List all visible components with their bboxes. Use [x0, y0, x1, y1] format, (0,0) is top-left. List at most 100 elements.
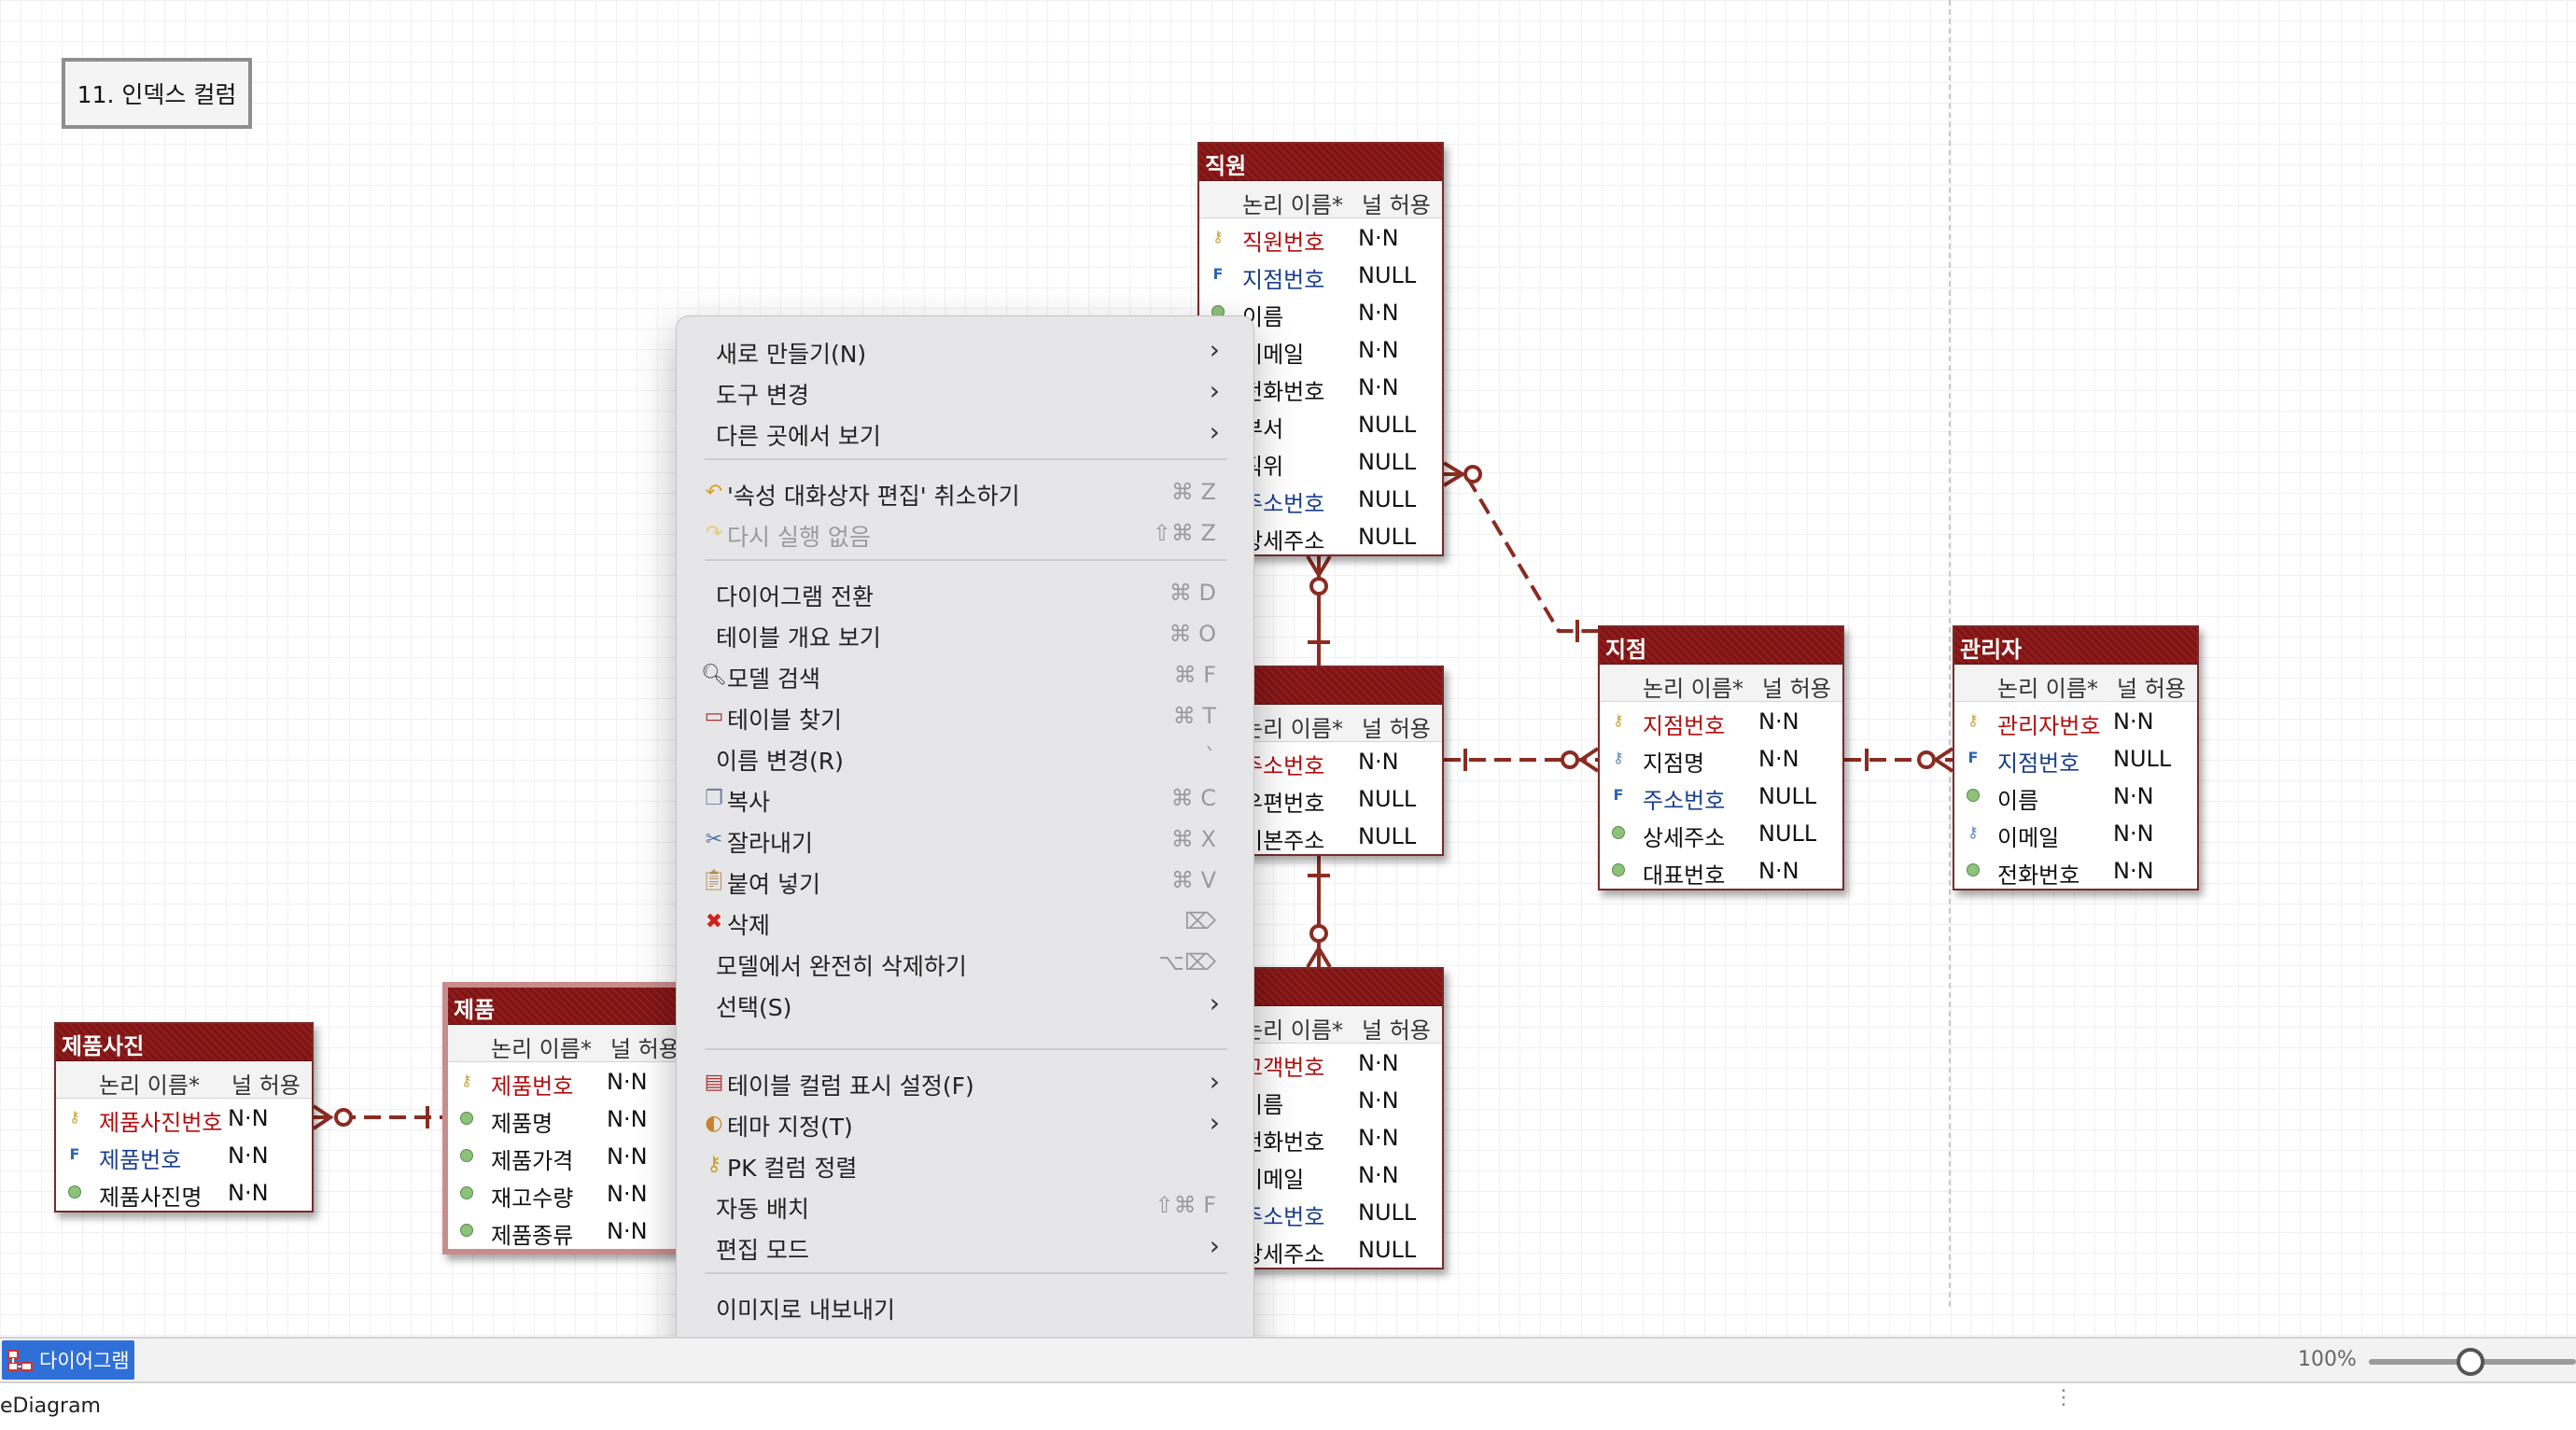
menu-item-label: 테이블 컬럼 표시 설정(F)	[727, 1072, 974, 1100]
entity-column-row[interactable]: 제품가격 N·N	[448, 1137, 683, 1174]
menu-item-0[interactable]: 새로 만들기(N) ›	[688, 329, 1244, 371]
attribute-dot-icon	[455, 1182, 478, 1204]
menu-item-13[interactable]: ✖ 삭제 ⌦	[688, 901, 1244, 942]
column-nullable: N·N	[1358, 337, 1399, 363]
entity-column-row[interactable]: ⚷ 관리자번호 N·N	[1954, 702, 2197, 739]
zoom-level-label: 100%	[2298, 1348, 2357, 1371]
menu-item-5[interactable]: 다이어그램 전환 ⌘ D	[688, 572, 1244, 613]
tab-diagram[interactable]: 다이어그램	[2, 1340, 134, 1380]
column-name: 고객번호	[1242, 1055, 1325, 1081]
column-name: 우편번호	[1242, 791, 1325, 817]
column-nullable: NULL	[1358, 449, 1417, 475]
menu-item-label: 이미지로 내보내기	[716, 1297, 895, 1324]
menu-item-3[interactable]: ↶ '속성 대화상자 편집' 취소하기 ⌘ Z	[688, 471, 1244, 512]
optional-circle-marker	[1309, 577, 1328, 596]
menu-item-label: 테이블 개요 보기	[716, 624, 881, 652]
redo-icon: ↷	[705, 522, 723, 545]
menu-separator	[705, 458, 1227, 460]
column-nullable: N·N	[228, 1143, 269, 1169]
resize-grip-icon[interactable]: ⋮	[2053, 1388, 2074, 1409]
entity-column-row[interactable]: 제품종류 N·N	[448, 1212, 683, 1249]
entity-column-row[interactable]: 제품명 N·N	[448, 1100, 683, 1137]
header-logical-name: 논리 이름*	[1242, 1017, 1343, 1044]
entity-column-row[interactable]: 상세주소 NULL	[1600, 814, 1842, 851]
diagram-note[interactable]: 11. 인덱스 컬럼	[62, 58, 252, 129]
menu-item-11[interactable]: ✂ 잘라내기 ⌘ X	[688, 819, 1244, 860]
menu-item-7[interactable]: 🔍︎ 모델 검색 ⌘ F	[688, 654, 1244, 695]
entity-column-header: 논리 이름* 널 허용	[1199, 181, 1442, 218]
menu-item-21[interactable]: 이미지로 내보내기	[688, 1285, 1244, 1326]
entity-column-row[interactable]: 대표번호 N·N	[1600, 851, 1842, 889]
entity-product[interactable]: 제품 논리 이름* 널 허용 ⚷ 제품번호 N·N 제품명 N·N 제품가격 N·N 재고수량 N·N…	[442, 982, 689, 1255]
entity-branch[interactable]: 지점 논리 이름* 널 허용 ⚷ 지점번호 N·N ⚷ 지점명 N·N F 주소번호 NULL 상세주소…	[1598, 625, 1844, 890]
menu-item-14[interactable]: 모델에서 완전히 삭제하기 ⌥⌦	[688, 942, 1244, 983]
entity-column-row[interactable]: ⚷ 지점명 N·N	[1600, 739, 1842, 777]
entity-column-row[interactable]: ⚷ 이메일 N·N	[1954, 814, 2197, 851]
entity-column-row[interactable]: F 지점번호 NULL	[1199, 256, 1442, 293]
entity-title[interactable]: 지점	[1600, 627, 1842, 665]
chevron-right-icon: ›	[1209, 1230, 1220, 1261]
diagram-canvas[interactable]: 11. 인덱스 컬럼 직원 논리 이름* 널 허용 ⚷ 직원번호 N·N F 지점번호 NULL…	[0, 0, 2576, 1337]
menu-item-12[interactable]: 📋︎ 붙여 넣기 ⌘ V	[688, 860, 1244, 901]
column-name: 상세주소	[1643, 825, 1726, 851]
menu-item-label: 다른 곳에서 보기	[716, 423, 881, 450]
entity-title[interactable]: 관리자	[1954, 627, 2197, 665]
column-nullable: N·N	[1358, 374, 1399, 400]
attribute-dot-icon	[63, 1181, 86, 1203]
entity-column-row[interactable]: ⚷ 제품번호 N·N	[448, 1062, 683, 1100]
column-name: 제품번호	[99, 1147, 182, 1173]
menu-item-6[interactable]: 테이블 개요 보기 ⌘ O	[688, 613, 1244, 654]
entity-title[interactable]: 제품사진	[56, 1024, 312, 1061]
entity-column-row[interactable]: F 제품번호 N·N	[56, 1136, 312, 1173]
entity-column-row[interactable]: 제품사진명 N·N	[56, 1173, 312, 1211]
menu-item-label: 모델 검색	[727, 666, 820, 693]
entity-column-row[interactable]: F 주소번호 NULL	[1600, 777, 1842, 814]
menu-item-19[interactable]: 자동 배치 ⇧⌘ F	[688, 1185, 1244, 1226]
entity-column-row[interactable]: ⚷ 직원번호 N·N	[1199, 218, 1442, 256]
entity-column-row[interactable]: ⚷ 지점번호 N·N	[1600, 702, 1842, 739]
palette-icon: ◐	[705, 1112, 723, 1135]
menu-separator	[705, 559, 1227, 561]
context-menu[interactable]: 새로 만들기(N) › 도구 변경 › 다른 곳에서 보기 › ↶ '속성 대화상자 편집' …	[676, 315, 1254, 1425]
column-name: 지점번호	[1997, 750, 2080, 777]
menu-item-10[interactable]: ❐ 복사 ⌘ C	[688, 778, 1244, 819]
column-nullable: N·N	[2113, 858, 2154, 884]
entity-column-row[interactable]: 재고수량 N·N	[448, 1174, 683, 1212]
menu-item-17[interactable]: ◐ 테마 지정(T) ›	[688, 1102, 1244, 1143]
entity-column-row[interactable]: ⚷ 제품사진번호 N·N	[56, 1099, 312, 1136]
column-name: 기본주소	[1242, 828, 1325, 854]
menu-item-15[interactable]: 선택(S) ›	[688, 983, 1244, 1024]
menu-item-1[interactable]: 도구 변경 ›	[688, 371, 1244, 412]
column-nullable: NULL	[1758, 820, 1817, 847]
column-nullable: N·N	[1358, 1125, 1399, 1151]
zoom-slider-thumb[interactable]	[2457, 1348, 2485, 1376]
chevron-right-icon: ›	[1209, 416, 1220, 447]
header-nullable: 널 허용	[610, 1036, 679, 1062]
entity-product-photo[interactable]: 제품사진 논리 이름* 널 허용 ⚷ 제품사진번호 N·N F 제품번호 N·N 제품사진명 N·N	[54, 1022, 314, 1213]
column-nullable: N·N	[607, 1106, 648, 1132]
menu-item-shortcut: ⌘ Z	[1170, 479, 1216, 505]
entity-title[interactable]: 직원	[1199, 144, 1442, 181]
header-nullable: 널 허용	[1362, 192, 1431, 218]
attribute-dot-icon	[455, 1107, 478, 1129]
menu-item-8[interactable]: ▭ 테이블 찾기 ⌘ T	[688, 695, 1244, 736]
column-nullable: NULL	[1358, 1237, 1417, 1263]
column-nullable: N·N	[1358, 300, 1399, 326]
menu-item-16[interactable]: ▤ 테이블 컬럼 표시 설정(F) ›	[688, 1061, 1244, 1102]
relation-employee-branch	[1444, 472, 1598, 633]
entity-title[interactable]: 제품	[448, 988, 683, 1025]
column-name: 지점번호	[1242, 267, 1325, 293]
menu-item-9[interactable]: 이름 변경(R) `	[688, 736, 1244, 778]
menu-item-label: 자동 배치	[716, 1196, 809, 1223]
menu-item-20[interactable]: 편집 모드 ›	[688, 1226, 1244, 1267]
entity-column-row[interactable]: F 지점번호 NULL	[1954, 739, 2197, 777]
chevron-right-icon: ›	[1209, 375, 1220, 406]
menu-item-18[interactable]: ⚷ PK 컬럼 정렬	[688, 1143, 1244, 1185]
foreign-key-icon: F	[1967, 749, 1979, 766]
menu-item-shortcut: ⌘ V	[1170, 867, 1216, 893]
menu-item-shortcut: ⌦	[1184, 908, 1216, 934]
menu-item-2[interactable]: 다른 곳에서 보기 ›	[688, 412, 1244, 453]
entity-manager[interactable]: 관리자 논리 이름* 널 허용 ⚷ 관리자번호 N·N F 지점번호 NULL 이름 N·N ⚷ 이메일…	[1953, 625, 2199, 890]
entity-column-row[interactable]: 이름 N·N	[1954, 777, 2197, 814]
entity-column-row[interactable]: 전화번호 N·N	[1954, 851, 2197, 889]
